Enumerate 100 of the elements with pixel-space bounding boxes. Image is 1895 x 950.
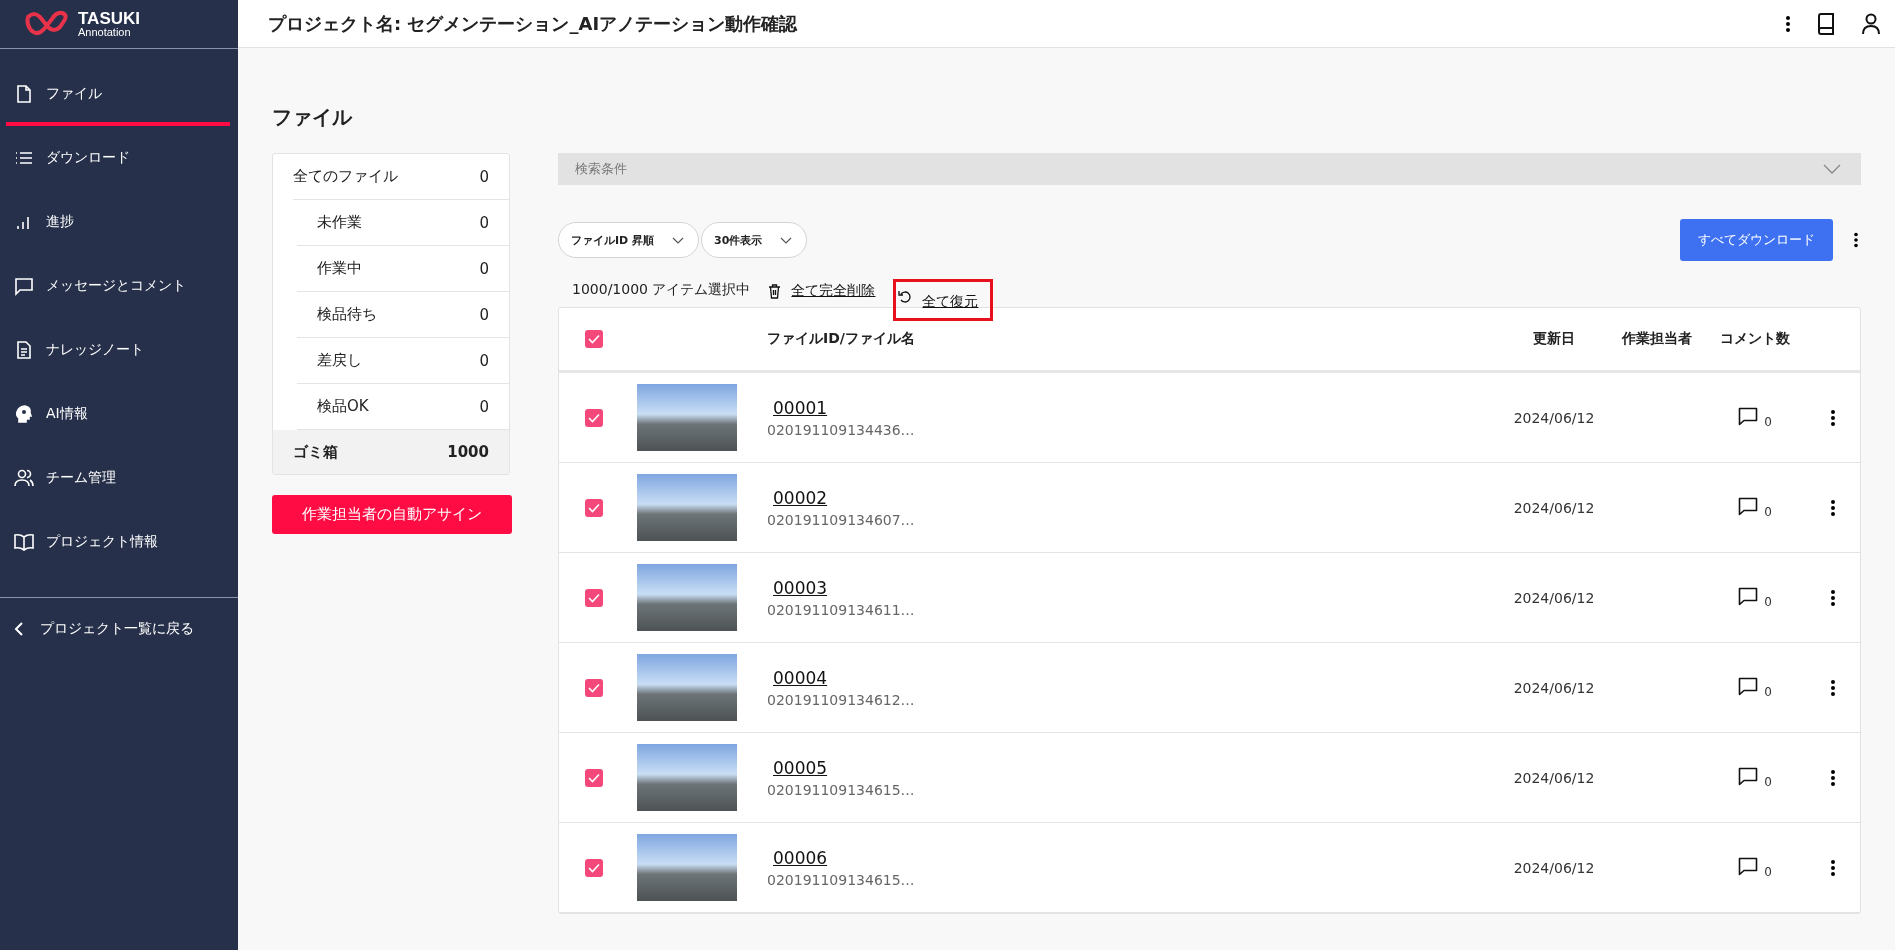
sidebar-item[interactable]: AI情報 bbox=[6, 385, 230, 446]
more-icon[interactable] bbox=[1785, 14, 1791, 33]
back-link[interactable]: プロジェクト一覧に戻る bbox=[0, 598, 238, 638]
more-icon[interactable] bbox=[1829, 768, 1836, 787]
more-icon[interactable] bbox=[1829, 678, 1836, 697]
status-filter-item[interactable]: 作業中 0 bbox=[297, 246, 509, 292]
updated-date: 2024/06/12 bbox=[1512, 589, 1596, 606]
comment-icon[interactable] bbox=[1738, 856, 1759, 876]
book-icon bbox=[14, 531, 34, 552]
file-id-link[interactable]: 00004 bbox=[773, 667, 828, 688]
comment-icon[interactable] bbox=[1738, 766, 1759, 786]
comment-icon[interactable] bbox=[1738, 496, 1759, 516]
file-id-link[interactable]: 00003 bbox=[773, 577, 828, 598]
sidebar-item[interactable]: ダウンロード bbox=[6, 129, 230, 190]
column-header: 作業担当者 bbox=[1620, 330, 1693, 348]
dropdown[interactable]: 30件表示 bbox=[701, 222, 808, 258]
file-name: 020191109134615… bbox=[767, 871, 915, 888]
more-icon[interactable] bbox=[1853, 232, 1859, 248]
checkmark-icon bbox=[588, 502, 600, 513]
updated-date: 2024/06/12 bbox=[1512, 409, 1596, 426]
auto-assign-button[interactable]: 作業担当者の自動アサイン bbox=[272, 495, 512, 534]
filter-label: 検品待ち bbox=[317, 305, 377, 324]
chat-bubble-icon bbox=[14, 275, 34, 296]
book-icon[interactable] bbox=[1817, 12, 1835, 35]
restore-all-link[interactable]: 全て復元 bbox=[922, 293, 979, 311]
more-icon[interactable] bbox=[1829, 858, 1836, 877]
column-header: コメント数 bbox=[1719, 330, 1791, 348]
comment-count: 0 bbox=[1764, 414, 1772, 429]
filter-label: 全てのファイル bbox=[293, 167, 398, 186]
row-checkbox[interactable] bbox=[585, 498, 603, 517]
status-filter-item[interactable]: 未作業 0 bbox=[297, 200, 509, 246]
select-all-checkbox[interactable] bbox=[585, 330, 603, 348]
more-icon[interactable] bbox=[1829, 588, 1836, 607]
filter-label: 差戻し bbox=[317, 351, 362, 370]
more-icon[interactable] bbox=[1829, 408, 1836, 427]
file-id-link[interactable]: 00002 bbox=[773, 487, 828, 508]
page-title: ファイル bbox=[272, 104, 354, 131]
filter-count: 0 bbox=[479, 397, 489, 416]
download-all-button[interactable]: すべてダウンロード bbox=[1680, 219, 1833, 261]
logo-name: TASUKI bbox=[78, 10, 140, 27]
sidebar-item[interactable]: メッセージとコメント bbox=[6, 257, 230, 318]
document-icon bbox=[14, 339, 34, 360]
comment-count: 0 bbox=[1764, 684, 1772, 699]
sidebar-item[interactable]: プロジェクト情報 bbox=[6, 513, 230, 574]
filter-count: 1000 bbox=[447, 443, 489, 461]
filter-count: 0 bbox=[479, 259, 489, 278]
status-filter-item[interactable]: 検品待ち 0 bbox=[297, 292, 509, 338]
comment-count: 0 bbox=[1764, 504, 1772, 519]
filter-count: 0 bbox=[479, 351, 489, 370]
status-filter-item[interactable]: 差戻し 0 bbox=[297, 338, 509, 384]
sidebar-item[interactable]: チーム管理 bbox=[6, 449, 230, 510]
column-header: 更新日 bbox=[1532, 330, 1576, 348]
filter-label: 未作業 bbox=[317, 213, 362, 232]
row-checkbox[interactable] bbox=[585, 408, 603, 427]
chevron-left-icon bbox=[14, 622, 24, 636]
comment-icon[interactable] bbox=[1738, 676, 1759, 696]
file-id-link[interactable]: 00001 bbox=[773, 397, 828, 418]
row-checkbox[interactable] bbox=[585, 678, 603, 697]
search-conditions-bar[interactable]: 検索条件 bbox=[558, 153, 1861, 185]
comment-icon[interactable] bbox=[1738, 406, 1759, 426]
checkmark-icon bbox=[588, 772, 600, 783]
more-icon[interactable] bbox=[1829, 498, 1836, 517]
filter-label: 作業中 bbox=[317, 259, 362, 278]
chevron-down-icon bbox=[780, 236, 793, 244]
updated-date: 2024/06/12 bbox=[1512, 859, 1596, 876]
filter-count: 0 bbox=[479, 305, 489, 324]
head-gear-icon bbox=[14, 403, 34, 424]
filter-count: 0 bbox=[479, 167, 489, 186]
sidebar-item[interactable]: 進捗 bbox=[6, 193, 230, 254]
sidebar-item[interactable]: ナレッジノート bbox=[6, 321, 230, 382]
status-filter-item[interactable]: 全てのファイル 0 bbox=[293, 154, 509, 200]
filter-count: 0 bbox=[479, 213, 489, 232]
dropdown[interactable]: ファイルID 昇順 bbox=[558, 222, 700, 258]
chevron-down-icon bbox=[672, 236, 685, 244]
comment-count: 0 bbox=[1764, 594, 1772, 609]
checkmark-icon bbox=[588, 412, 600, 423]
comment-icon[interactable] bbox=[1738, 586, 1759, 606]
chevron-down-icon bbox=[1823, 164, 1841, 174]
selection-count: 1000/1000 アイテム選択中 bbox=[572, 281, 751, 299]
logo-subtitle: Annotation bbox=[78, 27, 132, 38]
updated-date: 2024/06/12 bbox=[1512, 679, 1596, 696]
comment-count: 0 bbox=[1764, 864, 1772, 879]
comment-count: 0 bbox=[1764, 774, 1772, 789]
status-filter-item[interactable]: ゴミ箱 1000 bbox=[273, 430, 509, 474]
row-checkbox[interactable] bbox=[585, 588, 603, 607]
delete-all-link[interactable]: 全て完全削除 bbox=[791, 282, 876, 300]
checkmark-icon bbox=[588, 862, 600, 873]
column-header: ファイルID/ファイル名 bbox=[767, 330, 916, 348]
file-name: 020191109134611… bbox=[767, 601, 915, 618]
sidebar-item[interactable]: ファイル bbox=[6, 65, 230, 126]
user-icon[interactable] bbox=[1861, 12, 1881, 35]
file-id-link[interactable]: 00005 bbox=[773, 757, 828, 778]
file-name: 020191109134436… bbox=[767, 421, 915, 438]
row-checkbox[interactable] bbox=[585, 858, 603, 877]
updated-date: 2024/06/12 bbox=[1512, 769, 1596, 786]
back-link-label: プロジェクト一覧に戻る bbox=[40, 620, 194, 638]
row-checkbox[interactable] bbox=[585, 768, 603, 787]
checkmark-icon bbox=[588, 682, 600, 693]
file-id-link[interactable]: 00006 bbox=[773, 847, 828, 868]
updated-date: 2024/06/12 bbox=[1512, 499, 1596, 516]
